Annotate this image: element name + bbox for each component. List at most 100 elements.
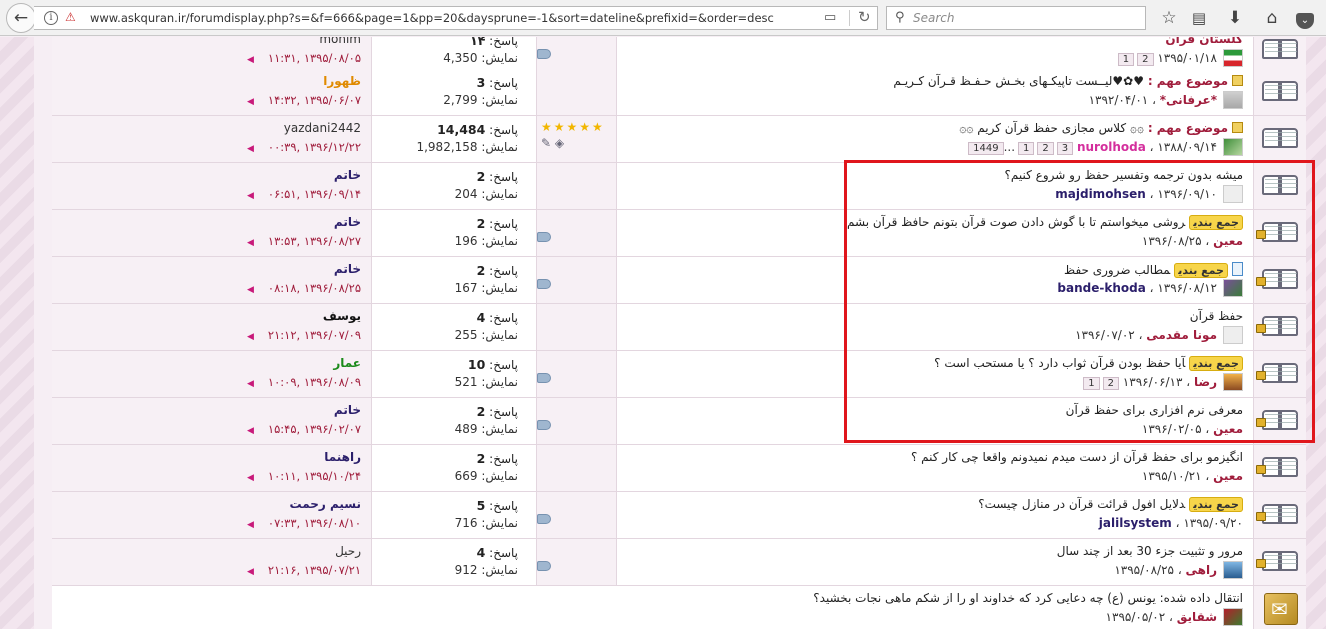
thread-row[interactable]: رحیل ۱۳۹۵/۰۷/۲۱ ,۲۱:۱۶ ◀ پاسخ: 4 نمایش: 912 م… [52,539,1306,586]
replies-count[interactable]: پاسخ: 2 [477,404,518,419]
author-avatar[interactable] [1223,608,1243,626]
thread-title-link[interactable]: انگیزمو برای حفظ قرآن از دست میدم نمیدون… [911,450,1243,464]
replies-count[interactable]: پاسخ: 2 [477,451,518,466]
last-poster-link[interactable]: ظهورا [323,74,361,88]
page-link[interactable]: 1 [1117,53,1135,66]
thread-title-link[interactable]: انتقال داده شده: یونس (ع) چه دعایی کرد ک… [813,591,1243,605]
thread-author-link[interactable]: nurolhoda [1077,140,1146,154]
last-poster-link[interactable]: یوسف [323,309,361,323]
author-avatar[interactable] [1223,49,1243,67]
last-poster-link[interactable]: yazdani2442 [284,121,361,135]
last-poster-link[interactable]: monim [319,37,361,46]
go-to-last-post-icon[interactable]: ◀ [247,426,254,436]
last-poster-link[interactable]: خاتم [334,262,361,276]
last-poster-link[interactable]: عمار [333,356,361,370]
thread-row[interactable]: راهنما ۱۳۹۵/۱۰/۲۴ ,۱۰:۱۱ ◀ پاسخ: 2 نمایش: 66… [52,445,1306,492]
last-poster-link[interactable]: راهنما [324,450,361,464]
thread-row[interactable]: نسیم رحمت ۱۳۹۶/۰۸/۱۰ ,۰۷:۳۳ ◀ پاسخ: 5 نمایش:… [52,492,1306,539]
last-poster-link[interactable]: نسیم رحمت [289,497,361,511]
thread-author-link[interactable]: معین [1213,469,1243,483]
last-poster-link[interactable]: خاتم [334,215,361,229]
author-avatar[interactable] [1223,561,1243,579]
rating-stars-icon: ★★★★★ [541,120,605,134]
go-to-last-post-icon[interactable]: ◀ [247,238,254,248]
last-poster-link[interactable]: خاتم [334,403,361,417]
thread-title-link[interactable]: مرور و تثبیت جزء 30 بعد از چند سال [1057,544,1243,558]
replies-count[interactable]: پاسخ: 5 [477,498,518,513]
go-to-last-post-icon[interactable]: ◀ [247,144,254,154]
tag-icon[interactable] [537,49,551,59]
thread-author-link[interactable]: راهی [1186,563,1217,577]
go-to-last-post-icon[interactable]: ◀ [247,520,254,530]
thread-title-line: جمع بندی دلایل افول قرائت قرآن در منازل چ… [978,497,1243,512]
replies-count[interactable]: پاسخ: 4 [477,545,518,560]
thread-title-cell: موضوع مهم : ۞۞ کلاس مجازی حفظ قرآن کریم … [617,116,1254,162]
views-value: 669 [454,469,478,483]
download-arrow-icon[interactable]: ⬇ [1223,6,1247,30]
thread-author-link[interactable]: jalilsystem [1099,516,1172,530]
thread-status-cell [1254,116,1306,162]
home-icon[interactable]: ⌂ [1260,6,1284,30]
go-to-last-post-icon[interactable]: ◀ [247,97,254,107]
last-post-date: ۱۳۹۶/۰۷/۰۹ ,۲۱:۱۲ ◀ [247,328,361,342]
page-link[interactable]: 1 [1018,142,1035,155]
thread-author-link[interactable]: *عرفانی* [1160,93,1217,107]
thread-title-link[interactable]: دلایل افول قرائت قرآن در منازل چیست؟ [978,497,1185,511]
bookmark-star-icon[interactable]: ☆ [1157,6,1181,30]
thread-start-date: ۱۳۹۵/۰۱/۱۸ [1157,51,1217,65]
replies-count[interactable]: پاسخ: ۱۴ [470,37,518,48]
go-to-last-post-icon[interactable]: ◀ [247,55,254,65]
tag-icon[interactable] [537,420,551,430]
info-icon[interactable]: i [44,11,58,25]
page-link[interactable]: 2 [1137,53,1154,66]
tag-icon[interactable] [537,561,551,571]
thread-title-link[interactable]: ۞۞ کلاس مجازی حفظ قرآن کریم ۞۞ [959,121,1144,135]
tag-icon[interactable] [537,279,551,289]
go-to-last-post-icon[interactable]: ◀ [247,473,254,483]
replies-count[interactable]: پاسخ: 14,484 [437,122,518,137]
author-avatar[interactable] [1223,138,1243,156]
last-poster-link[interactable]: رحیل [335,544,361,558]
go-to-last-post-icon[interactable]: ◀ [247,332,254,342]
replies-count[interactable]: پاسخ: 2 [477,263,518,278]
replies-count[interactable]: پاسخ: 4 [477,310,518,325]
last-post-time: ۲۱:۱۲ [267,328,297,342]
replies-count[interactable]: پاسخ: 2 [477,169,518,184]
search-bar[interactable]: ⚲ [886,6,1146,30]
go-to-last-post-icon[interactable]: ◀ [247,191,254,201]
thread-title-link[interactable]: ♥✿♥لیــست تاپیکـهای بخـش حـفـظ قـرآن کـر… [893,74,1144,88]
page-link[interactable]: 1449 [968,142,1004,155]
address-bar[interactable]: i ⚠ www.askquran.ir/forumdisplay.php?s=&… [34,6,878,30]
important-prefix: موضوع مهم : [1147,74,1228,88]
page-link[interactable]: 2 [1037,142,1054,155]
thread-author-link[interactable]: شقایق [1177,610,1217,624]
thread-title-link[interactable]: گلستان قرآن [1165,37,1243,46]
library-icon[interactable]: ▤ [1187,6,1211,30]
tag-icon[interactable] [537,373,551,383]
thread-title-cell: انتقال داده شده: یونس (ع) چه دعایی کرد ک… [617,586,1254,629]
go-to-last-post-icon[interactable]: ◀ [247,379,254,389]
search-input[interactable] [913,9,1133,27]
insecure-lock-icon[interactable]: ⚠ [65,10,79,26]
pocket-icon[interactable]: ⌄ [1294,6,1316,30]
tag-icon[interactable] [537,232,551,242]
thread-row[interactable]: انتقال داده شده: یونس (ع) چه دعایی کرد ک… [52,586,1306,629]
summary-prefix-badge[interactable]: جمع بندی [1189,497,1243,512]
last-post-date: ۱۳۹۵/۰۶/۰۷ ,۱۴:۳۲ ◀ [247,93,361,107]
replies-count[interactable]: پاسخ: 3 [477,75,518,90]
stats-cell: پاسخ: 2 نمایش: 204 [372,163,537,209]
replies-count[interactable]: پاسخ: 2 [477,216,518,231]
url-text[interactable]: www.askquran.ir/forumdisplay.php?s=&f=66… [90,11,774,25]
go-to-last-post-icon[interactable]: ◀ [247,285,254,295]
reader-view-icon[interactable]: ▭ [824,10,836,25]
thread-row[interactable]: ظهورا ۱۳۹۵/۰۶/۰۷ ,۱۴:۳۲ ◀ پاسخ: 3 نمایش: 2,7… [52,69,1306,116]
reload-icon[interactable]: ↻ [858,8,871,26]
tag-icon[interactable] [537,514,551,524]
back-arrow-icon[interactable]: ← [6,3,36,33]
go-to-last-post-icon[interactable]: ◀ [247,567,254,577]
thread-row[interactable]: yazdani2442 ۱۳۹۶/۱۲/۲۲ ,۰۰:۳۹ ◀ پاسخ: 14,48… [52,116,1306,163]
page-link[interactable]: 3 [1056,142,1074,155]
replies-count[interactable]: پاسخ: 10 [468,357,518,372]
author-avatar[interactable] [1223,91,1243,109]
last-poster-link[interactable]: خاتم [334,168,361,182]
